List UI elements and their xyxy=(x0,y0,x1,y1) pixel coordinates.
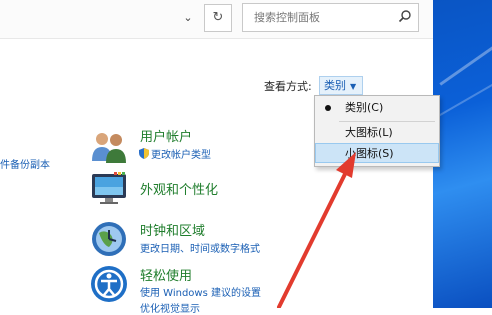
toolbar: ⌄ ↻ xyxy=(0,0,433,39)
category-link[interactable]: 使用 Windows 建议的设置 xyxy=(140,284,261,299)
menu-item-label: 小图标(S) xyxy=(345,147,394,160)
dropdown-arrow-icon: ▼ xyxy=(350,81,357,91)
view-by-label: 查看方式: xyxy=(264,80,312,93)
search-input[interactable] xyxy=(252,4,396,31)
menu-item-small-icons[interactable]: 小图标(S) xyxy=(315,143,439,163)
category-link-label: 更改帐户类型 xyxy=(151,150,211,161)
menu-item-large-icons[interactable]: 大图标(L) xyxy=(315,123,439,143)
category-link[interactable]: 更改日期、时间或数字格式 xyxy=(140,240,260,255)
category-title[interactable]: 用户帐户 xyxy=(140,126,192,145)
menu-separator xyxy=(339,121,435,122)
desktop-background xyxy=(433,0,492,308)
refresh-icon: ↻ xyxy=(212,10,224,25)
address-dropdown-icon[interactable]: ⌄ xyxy=(179,8,197,28)
view-by-dropdown[interactable]: 类别 ▼ xyxy=(319,76,364,95)
category-link[interactable]: 更改帐户类型 xyxy=(139,146,211,161)
selected-bullet-icon xyxy=(325,105,331,111)
category-title[interactable]: 轻松使用 xyxy=(140,265,192,284)
appearance-icon xyxy=(92,172,126,204)
view-by-menu: 类别(C) 大图标(L) 小图标(S) xyxy=(314,95,440,167)
view-by-value: 类别 xyxy=(324,79,346,92)
backup-link-partial[interactable]: 件备份副本 xyxy=(0,156,50,171)
menu-item-label: 类别(C) xyxy=(345,101,384,114)
user-accounts-icon xyxy=(92,133,126,163)
search-box[interactable] xyxy=(242,3,419,32)
clock-region-icon xyxy=(92,222,126,256)
menu-item-label: 大图标(L) xyxy=(345,126,393,139)
uac-shield-icon xyxy=(139,148,149,159)
category-title[interactable]: 时钟和区域 xyxy=(140,220,205,239)
ease-of-access-icon xyxy=(91,266,127,302)
menu-item-category[interactable]: 类别(C) xyxy=(315,98,439,118)
refresh-button[interactable]: ↻ xyxy=(204,4,232,32)
search-icon[interactable] xyxy=(398,9,412,23)
category-title[interactable]: 外观和个性化 xyxy=(140,179,218,198)
